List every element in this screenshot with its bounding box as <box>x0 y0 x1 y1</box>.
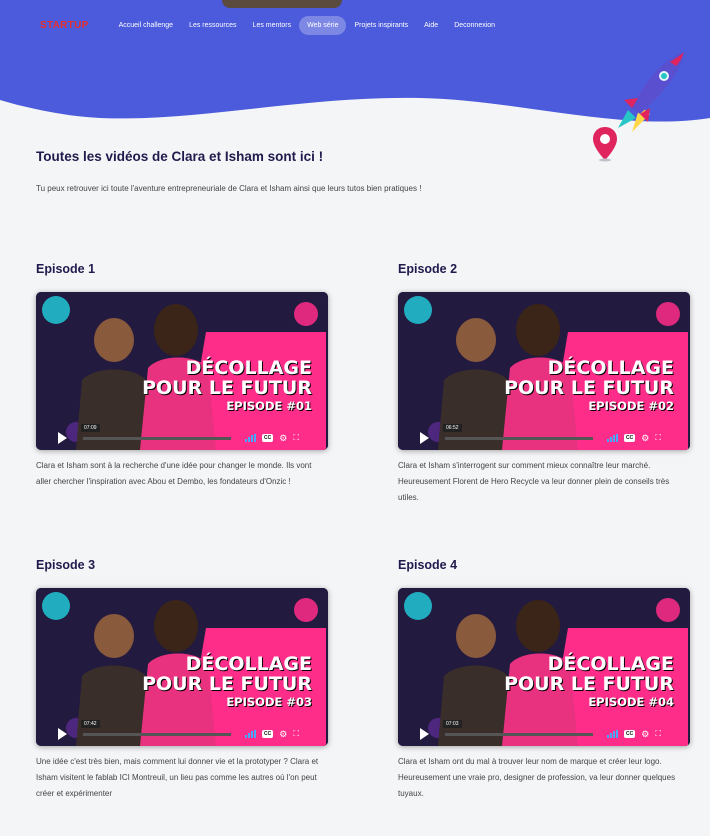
video-episode-number: EPISODE #04 <box>588 695 674 709</box>
episode-title: Episode 4 <box>398 558 458 572</box>
page-title: Toutes les vidéos de Clara et Isham sont… <box>36 149 324 164</box>
episode-card: Episode 3 DÉCOLLAGE POUR LE FUTUR EPISOD… <box>36 558 336 802</box>
video-title-line2: POUR LE FUTUR <box>142 377 312 399</box>
video-title-overlay: DÉCOLLAGE POUR LE FUTUR EPISODE #02 <box>504 358 674 413</box>
video-title-line1: DÉCOLLAGE <box>547 653 674 675</box>
video-progress-bar[interactable]: 06:52 <box>443 423 593 440</box>
fullscreen-icon[interactable]: ⛶ <box>293 433 299 443</box>
volume-icon[interactable] <box>607 434 618 442</box>
episode-description: Clara et Isham s'interrogent sur comment… <box>398 461 670 502</box>
episode-card: Episode 4 DÉCOLLAGE POUR LE FUTUR EPISOD… <box>398 558 698 802</box>
fullscreen-icon[interactable]: ⛶ <box>655 433 661 443</box>
nav-item-deconnexion[interactable]: Deconnexion <box>446 16 503 35</box>
video-controls: 07:09 CC ⚙ ⛶ <box>36 423 328 450</box>
fullscreen-icon[interactable]: ⛶ <box>293 729 299 739</box>
video-title-overlay: DÉCOLLAGE POUR LE FUTUR EPISODE #01 <box>142 358 312 413</box>
gear-icon[interactable]: ⚙ <box>279 433 287 444</box>
page-intro: Tu peux retrouver ici toute l'aventure e… <box>36 184 422 193</box>
video-player[interactable]: DÉCOLLAGE POUR LE FUTUR EPISODE #03 07:4… <box>36 588 328 746</box>
main-navigation: STARTUP Accueil challenge Les ressources… <box>40 16 503 35</box>
video-title-line2: POUR LE FUTUR <box>142 673 312 695</box>
episode-description: Une idée c'est très bien, mais comment l… <box>36 757 319 798</box>
episode-title: Episode 2 <box>398 262 458 276</box>
volume-icon[interactable] <box>607 730 618 738</box>
nav-item-mentors[interactable]: Les mentors <box>245 16 300 35</box>
header-photo-edge <box>222 0 342 8</box>
closed-captions-button[interactable]: CC <box>262 730 274 738</box>
video-player[interactable]: DÉCOLLAGE POUR LE FUTUR EPISODE #02 06:5… <box>398 292 690 450</box>
rocket-illustration <box>618 52 684 132</box>
video-title-line2: POUR LE FUTUR <box>504 673 674 695</box>
video-title-line2: POUR LE FUTUR <box>504 377 674 399</box>
video-player[interactable]: DÉCOLLAGE POUR LE FUTUR EPISODE #04 07:0… <box>398 588 690 746</box>
volume-icon[interactable] <box>245 730 256 738</box>
video-duration: 07:03 <box>443 719 462 728</box>
volume-icon[interactable] <box>245 434 256 442</box>
video-player[interactable]: DÉCOLLAGE POUR LE FUTUR EPISODE #01 07:0… <box>36 292 328 450</box>
episode-title: Episode 3 <box>36 558 96 572</box>
video-controls: 07:03 CC ⚙ ⛶ <box>398 719 690 746</box>
video-title-line1: DÉCOLLAGE <box>185 357 312 379</box>
video-episode-number: EPISODE #02 <box>588 399 674 413</box>
episode-card: Episode 1 DÉCOLLAGE POUR LE FUTUR EPISOD… <box>36 262 336 490</box>
video-duration: 06:52 <box>443 423 462 432</box>
video-duration: 07:09 <box>81 423 100 432</box>
video-progress-bar[interactable]: 07:03 <box>443 719 593 736</box>
gear-icon[interactable]: ⚙ <box>641 729 649 740</box>
episode-title: Episode 1 <box>36 262 96 276</box>
fullscreen-icon[interactable]: ⛶ <box>655 729 661 739</box>
video-title-overlay: DÉCOLLAGE POUR LE FUTUR EPISODE #04 <box>504 654 674 709</box>
video-progress-bar[interactable]: 07:42 <box>81 719 231 736</box>
play-icon[interactable] <box>58 728 67 740</box>
video-episode-number: EPISODE #03 <box>226 695 312 709</box>
video-episode-number: EPISODE #01 <box>226 399 312 413</box>
play-icon[interactable] <box>420 728 429 740</box>
episode-description: Clara et Isham sont à la recherche d'une… <box>36 461 312 486</box>
closed-captions-button[interactable]: CC <box>624 730 636 738</box>
location-pin-icon <box>593 127 617 162</box>
closed-captions-button[interactable]: CC <box>262 434 274 442</box>
video-duration: 07:42 <box>81 719 100 728</box>
video-title-overlay: DÉCOLLAGE POUR LE FUTUR EPISODE #03 <box>142 654 312 709</box>
play-icon[interactable] <box>58 432 67 444</box>
play-icon[interactable] <box>420 432 429 444</box>
nav-item-web-serie[interactable]: Web série <box>299 16 347 35</box>
video-title-line1: DÉCOLLAGE <box>547 357 674 379</box>
video-title-line1: DÉCOLLAGE <box>185 653 312 675</box>
nav-item-aide[interactable]: Aide <box>416 16 446 35</box>
nav-item-projets-inspirants[interactable]: Projets inspirants <box>346 16 416 35</box>
closed-captions-button[interactable]: CC <box>624 434 636 442</box>
gear-icon[interactable]: ⚙ <box>279 729 287 740</box>
gear-icon[interactable]: ⚙ <box>641 433 649 444</box>
nav-item-ressources[interactable]: Les ressources <box>181 16 244 35</box>
video-progress-bar[interactable]: 07:09 <box>81 423 231 440</box>
video-controls: 07:42 CC ⚙ ⛶ <box>36 719 328 746</box>
nav-item-accueil-challenge[interactable]: Accueil challenge <box>111 16 181 35</box>
site-logo[interactable]: STARTUP <box>40 20 89 31</box>
video-controls: 06:52 CC ⚙ ⛶ <box>398 423 690 450</box>
episode-card: Episode 2 DÉCOLLAGE POUR LE FUTUR EPISOD… <box>398 262 698 506</box>
episode-description: Clara et Isham ont du mal à trouver leur… <box>398 757 676 798</box>
